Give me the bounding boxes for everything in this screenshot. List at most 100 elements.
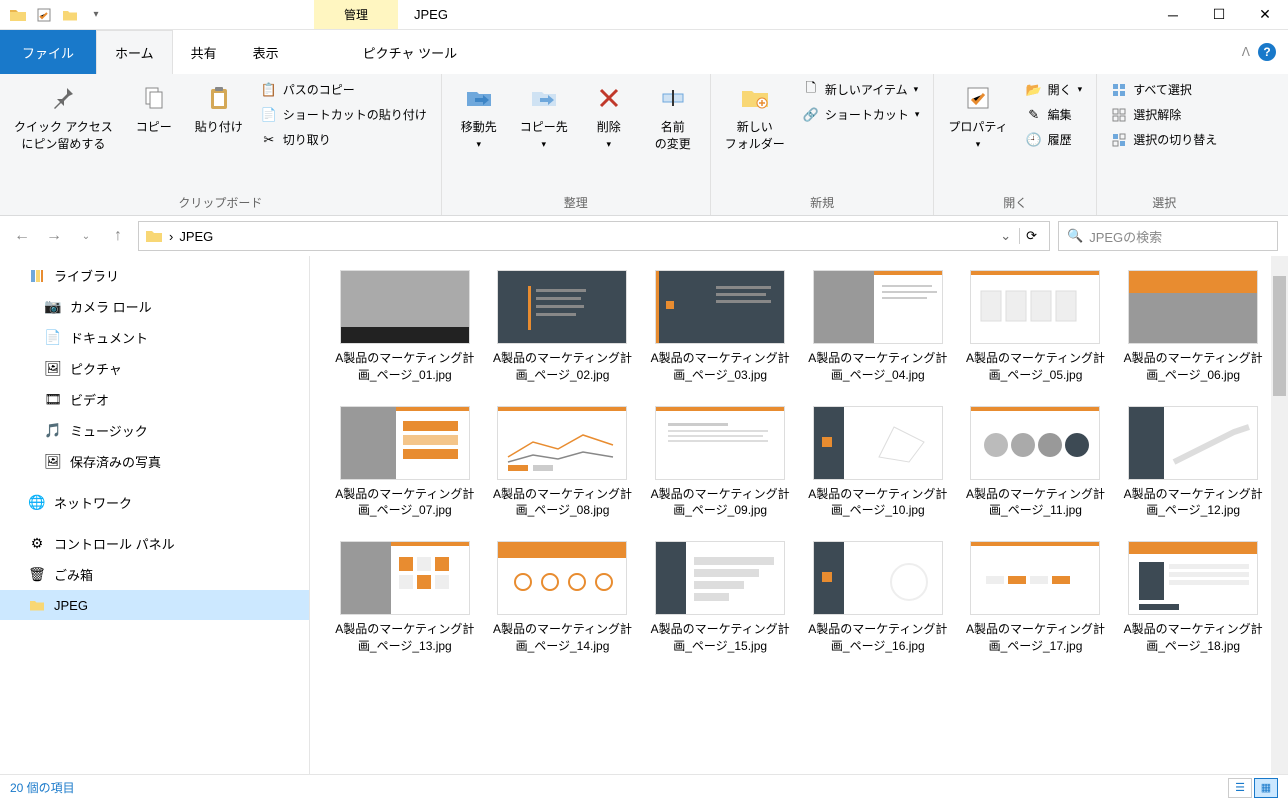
sidebar-item-network[interactable]: 🌐ネットワーク: [0, 487, 309, 518]
paste-shortcut-button[interactable]: 📄ショートカットの貼り付け: [255, 103, 433, 126]
file-item[interactable]: A製品のマーケティング計画_ページ_12.jpg: [1118, 402, 1268, 524]
file-item[interactable]: A製品のマーケティング計画_ページ_01.jpg: [330, 266, 480, 388]
file-item[interactable]: A製品のマーケティング計画_ページ_14.jpg: [488, 537, 638, 659]
copy-to-icon: [528, 82, 560, 114]
file-thumbnail: [1128, 270, 1258, 344]
sidebar-item-music[interactable]: 🎵ミュージック: [0, 415, 309, 446]
file-thumbnail: [340, 541, 470, 615]
qat-dropdown-icon[interactable]: ▾: [86, 5, 106, 25]
file-view: A製品のマーケティング計画_ページ_01.jpgA製品のマーケティング計画_ペー…: [310, 256, 1288, 774]
sidebar-item-jpeg[interactable]: JPEG: [0, 590, 309, 620]
address-dropdown-icon[interactable]: ⌄: [1000, 228, 1011, 244]
camera-icon: 📷: [44, 298, 62, 316]
search-icon: 🔍: [1067, 228, 1083, 244]
pictures-icon: 🖼: [44, 360, 62, 378]
copy-to-button[interactable]: コピー先▾: [514, 78, 574, 154]
shortcut-icon: 🔗: [803, 107, 819, 123]
file-item[interactable]: A製品のマーケティング計画_ページ_15.jpg: [645, 537, 795, 659]
sidebar-item-control-panel[interactable]: ⚙コントロール パネル: [0, 528, 309, 559]
copy-path-button[interactable]: 📋パスのコピー: [255, 78, 433, 101]
rename-button[interactable]: 名前 の変更: [644, 78, 702, 156]
tab-share[interactable]: 共有: [173, 30, 235, 74]
file-item[interactable]: A製品のマーケティング計画_ページ_07.jpg: [330, 402, 480, 524]
new-item-button[interactable]: 🗋新しいアイテム ▾: [797, 78, 926, 101]
sidebar-item-videos[interactable]: 🎞ビデオ: [0, 384, 309, 415]
library-icon: [28, 267, 46, 285]
move-to-button[interactable]: 移動先▾: [450, 78, 508, 154]
ribbon-collapse-icon[interactable]: ᐱ: [1242, 45, 1250, 59]
open-button[interactable]: 📂開く ▾: [1020, 78, 1089, 101]
file-name: A製品のマーケティング計画_ページ_04.jpg: [808, 350, 948, 384]
file-name: A製品のマーケティング計画_ページ_13.jpg: [335, 621, 475, 655]
file-item[interactable]: A製品のマーケティング計画_ページ_13.jpg: [330, 537, 480, 659]
copy-button[interactable]: コピー: [125, 78, 183, 139]
file-item[interactable]: A製品のマーケティング計画_ページ_11.jpg: [961, 402, 1111, 524]
tab-home[interactable]: ホーム: [96, 30, 173, 74]
file-item[interactable]: A製品のマーケティング計画_ページ_17.jpg: [961, 537, 1111, 659]
group-label-organize: 整理: [450, 192, 702, 213]
help-icon[interactable]: ?: [1258, 43, 1276, 61]
maximize-button[interactable]: ☐: [1196, 0, 1242, 30]
group-label-select: 選択: [1105, 192, 1223, 213]
file-thumbnail: [1128, 406, 1258, 480]
thumbnail-view-button[interactable]: ▦: [1254, 778, 1278, 798]
sidebar-item-recycle-bin[interactable]: 🗑ごみ箱: [0, 559, 309, 590]
scrollbar-thumb[interactable]: [1273, 276, 1286, 396]
tab-file[interactable]: ファイル: [0, 30, 96, 74]
forward-button[interactable]: →: [42, 224, 66, 248]
sidebar-item-camera-roll[interactable]: 📷カメラ ロール: [0, 291, 309, 322]
ribbon-group-organize: 移動先▾ コピー先▾ 削除▾ 名前 の変更 整理: [442, 74, 711, 215]
select-none-button[interactable]: 選択解除: [1105, 103, 1223, 126]
file-item[interactable]: A製品のマーケティング計画_ページ_10.jpg: [803, 402, 953, 524]
sidebar-item-saved-pictures[interactable]: 🖼保存済みの写真: [0, 446, 309, 477]
select-all-button[interactable]: すべて選択: [1105, 78, 1223, 101]
tab-picture-tools[interactable]: ピクチャ ツール: [345, 30, 475, 74]
invert-selection-button[interactable]: 選択の切り替え: [1105, 128, 1223, 151]
refresh-button[interactable]: ⟳: [1019, 228, 1043, 244]
tab-view[interactable]: 表示: [235, 30, 297, 74]
file-item[interactable]: A製品のマーケティング計画_ページ_06.jpg: [1118, 266, 1268, 388]
search-box[interactable]: 🔍 JPEGの検索: [1058, 221, 1278, 251]
file-thumbnail: [813, 406, 943, 480]
file-item[interactable]: A製品のマーケティング計画_ページ_03.jpg: [645, 266, 795, 388]
file-item[interactable]: A製品のマーケティング計画_ページ_16.jpg: [803, 537, 953, 659]
group-label-clipboard: クリップボード: [8, 192, 433, 213]
close-button[interactable]: ✕: [1242, 0, 1288, 30]
address-box[interactable]: › JPEG ⌄ ⟳: [138, 221, 1050, 251]
sidebar-item-pictures[interactable]: 🖼ピクチャ: [0, 353, 309, 384]
up-button[interactable]: ↑: [106, 224, 130, 248]
new-shortcut-button[interactable]: 🔗ショートカット ▾: [797, 103, 926, 126]
cut-button[interactable]: ✂切り取り: [255, 128, 433, 151]
file-item[interactable]: A製品のマーケティング計画_ページ_02.jpg: [488, 266, 638, 388]
properties-button[interactable]: プロパティ▾: [942, 78, 1013, 154]
breadcrumb-item[interactable]: JPEG: [179, 229, 213, 244]
minimize-button[interactable]: ─: [1150, 0, 1196, 30]
file-thumbnail: [1128, 541, 1258, 615]
delete-button[interactable]: 削除▾: [580, 78, 638, 154]
sidebar-item-documents[interactable]: 📄ドキュメント: [0, 322, 309, 353]
file-item[interactable]: A製品のマーケティング計画_ページ_18.jpg: [1118, 537, 1268, 659]
pin-quick-access-button[interactable]: クイック アクセス にピン留めする: [8, 78, 119, 156]
file-item[interactable]: A製品のマーケティング計画_ページ_08.jpg: [488, 402, 638, 524]
edit-button[interactable]: ✎編集: [1020, 103, 1089, 126]
music-icon: 🎵: [44, 422, 62, 440]
properties-qat-icon[interactable]: [34, 5, 54, 25]
back-button[interactable]: ←: [10, 224, 34, 248]
file-thumbnail: [497, 406, 627, 480]
file-item[interactable]: A製品のマーケティング計画_ページ_05.jpg: [961, 266, 1111, 388]
history-button[interactable]: 🕘履歴: [1020, 128, 1089, 151]
sidebar-item-library[interactable]: ライブラリ: [0, 260, 309, 291]
file-thumbnail: [340, 406, 470, 480]
properties-icon: [962, 82, 994, 114]
folder-qat-icon[interactable]: [60, 5, 80, 25]
recent-dropdown[interactable]: ⌄: [74, 224, 98, 248]
network-icon: 🌐: [28, 494, 46, 512]
paste-button[interactable]: 貼り付け: [189, 78, 249, 139]
file-item[interactable]: A製品のマーケティング計画_ページ_09.jpg: [645, 402, 795, 524]
vertical-scrollbar[interactable]: [1271, 256, 1288, 774]
file-item[interactable]: A製品のマーケティング計画_ページ_04.jpg: [803, 266, 953, 388]
new-folder-button[interactable]: 新しい フォルダー: [719, 78, 791, 156]
details-view-button[interactable]: ☰: [1228, 778, 1252, 798]
file-name: A製品のマーケティング計画_ページ_09.jpg: [650, 486, 790, 520]
breadcrumb-separator[interactable]: ›: [169, 229, 173, 244]
